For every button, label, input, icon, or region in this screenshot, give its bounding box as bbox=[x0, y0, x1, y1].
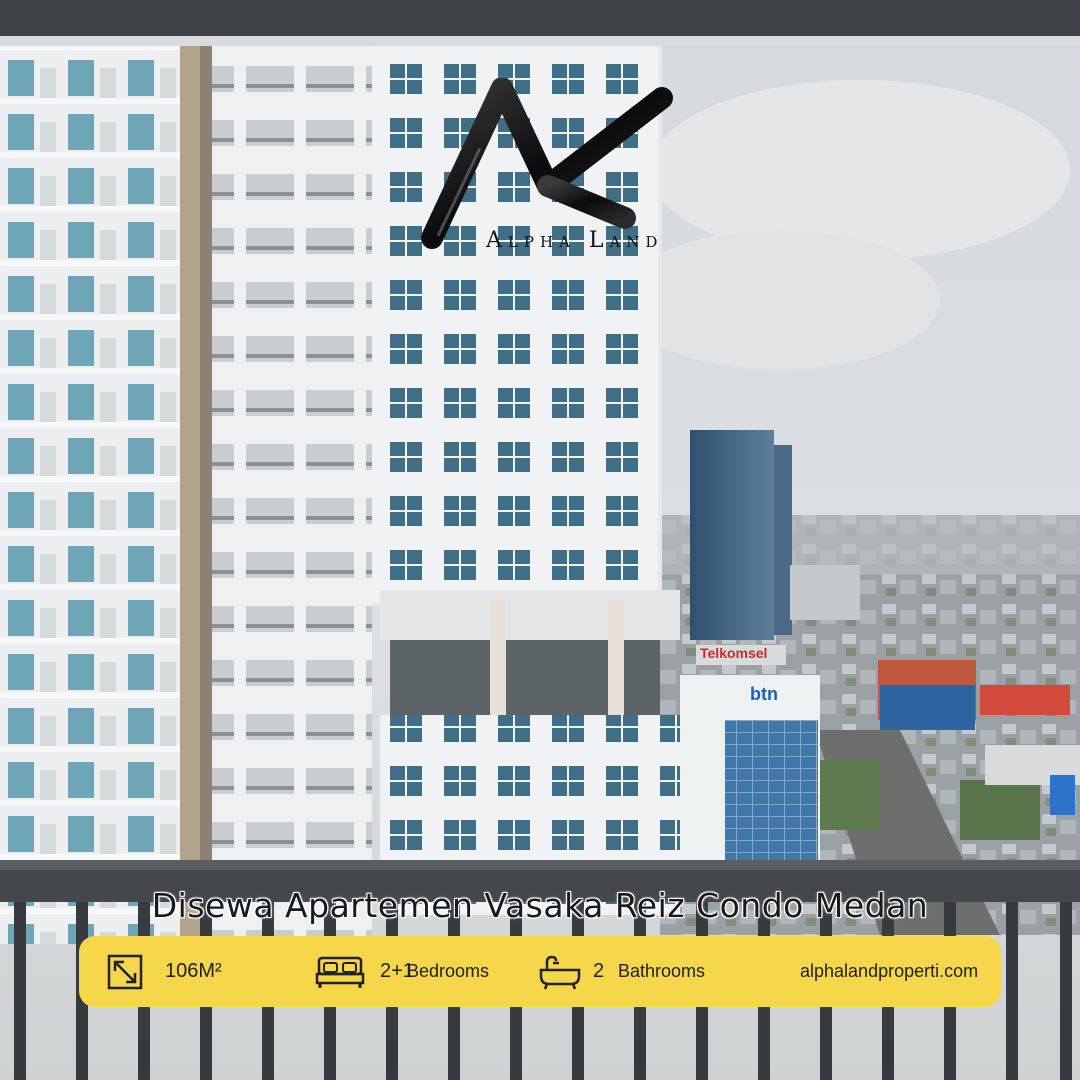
area-value: 106M² bbox=[165, 960, 222, 982]
telkomsel-sign: Telkomsel bbox=[700, 645, 767, 661]
area-icon bbox=[107, 936, 143, 1007]
bedrooms-label: Bedrooms bbox=[407, 961, 490, 981]
bathrooms-count: 2 bbox=[593, 960, 605, 982]
brand-name: Alpha Land bbox=[486, 228, 664, 253]
property-info-bar: 106M² 2+1 Bedrooms 2 Bathrooms alphaland… bbox=[79, 936, 1001, 1007]
bathtub-icon bbox=[537, 936, 583, 1007]
listing-headline: Disewa Apartemen Vasaka Reiz Condo Medan bbox=[151, 886, 929, 925]
website-link[interactable]: alphalandproperti.com bbox=[800, 936, 978, 1007]
bed-icon bbox=[315, 936, 365, 1007]
btn-sign: btn bbox=[750, 684, 778, 704]
bathrooms-label: Bathrooms bbox=[618, 961, 706, 981]
